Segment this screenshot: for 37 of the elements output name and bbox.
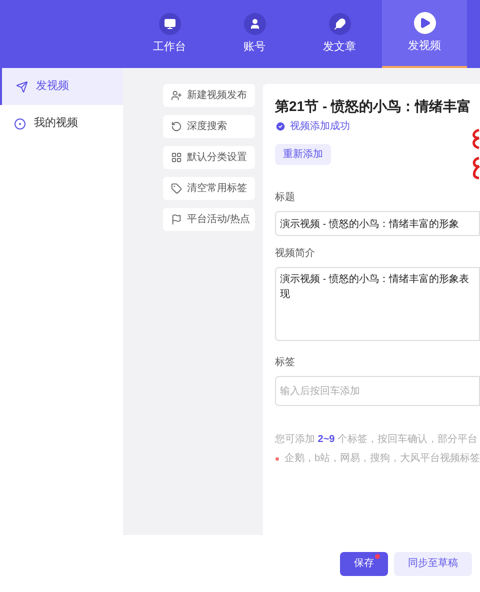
target-icon [14,118,26,130]
action-button[interactable]: 平台活动/热点 [163,208,255,231]
tags-input[interactable]: 输入后按回车添加 [275,376,480,406]
monitor-icon [164,18,176,30]
warning-text: 企鹅，b站，网易，搜狗，大风平台视频标签 [284,452,480,466]
flag-icon [171,214,182,225]
title-input[interactable]: 演示视频 - 愤怒的小鸟：情绪丰富的形象 [275,211,480,236]
check-icon [275,121,286,132]
intro-textarea[interactable]: 演示视频 - 愤怒的小鸟：情绪丰富的形象表现 [275,267,480,341]
rotate-icon [171,121,182,132]
action-button[interactable]: 深度搜索 [163,115,255,138]
feather-icon [334,18,346,30]
squiggle-drawing [470,128,480,180]
add-user-icon [171,90,182,101]
sync-button[interactable]: 同步至草稿 [394,552,472,576]
action-button[interactable]: 清空常用标签 [163,177,255,200]
nav-tab[interactable]: 发文章 [297,0,382,68]
nav-tab[interactable]: 工作台 [127,0,212,68]
send-icon [16,80,28,92]
field-label: 标签 [275,356,296,370]
field-label: 视频简介 [275,246,316,261]
nav-tab[interactable]: 发视频 [382,0,467,68]
video-title: 第21节 - 愤怒的小鸟：情绪丰富 [275,97,472,116]
nav-tab[interactable]: 账号 [212,0,297,68]
action-button[interactable]: 默认分类设置 [163,146,255,169]
re-add-button[interactable]: 重新添加 [275,144,331,165]
sidebar-item[interactable]: 发视频 [0,68,123,105]
play-icon [418,16,430,29]
tag-icon [171,183,182,194]
status-text: 视频添加成功 [290,120,350,134]
sidebar-item[interactable]: 我的视频 [0,105,123,142]
grid-icon [171,152,182,163]
action-button[interactable]: 新建视频发布 [163,84,255,107]
save-button[interactable]: 保存 [340,552,388,576]
field-label: 标题 [275,190,296,205]
user-icon [248,18,260,30]
hint-text: 您可添加 2~9 个标签，按回车确认，部分平台 [275,432,479,447]
